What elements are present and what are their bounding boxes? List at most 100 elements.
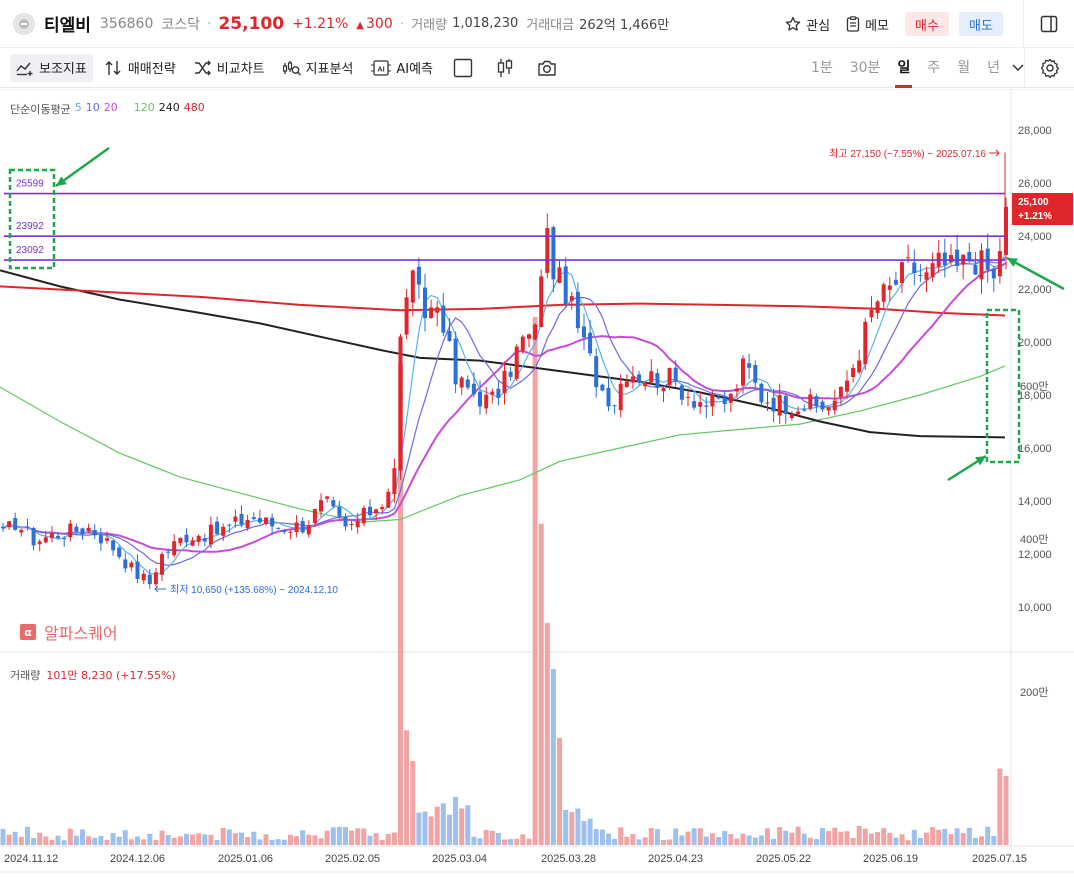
sell-button[interactable]: 매도 — [959, 12, 1003, 36]
volume-bar — [838, 831, 844, 845]
volume-bar — [80, 829, 85, 845]
volume-bar — [801, 833, 807, 845]
period-tab[interactable]: 30분 — [850, 48, 881, 88]
candle-body — [673, 367, 678, 382]
candle-body — [374, 509, 379, 514]
volume-bar — [104, 839, 110, 845]
candle-body — [398, 336, 403, 471]
ma-legend-120[interactable]: 120 — [134, 101, 155, 117]
compare-label: 비교차트 — [216, 62, 265, 77]
horizontal-level-label: 25599 — [16, 179, 44, 190]
volume-bar — [966, 827, 972, 845]
volume-bar — [960, 833, 966, 845]
period-tab[interactable]: 년 — [987, 48, 1000, 88]
period-tab[interactable]: 월 — [957, 48, 970, 88]
volume-bar — [153, 839, 159, 845]
period-tab[interactable]: 주 — [927, 48, 940, 88]
date-tick-label: 2025.06.19 — [863, 853, 918, 865]
volume-bar — [844, 831, 850, 845]
trade-amount-value: 262억 1,466만 — [579, 18, 670, 33]
compare-button[interactable]: 비교차트 — [188, 54, 271, 82]
candle-body — [117, 547, 122, 557]
candle-body — [533, 324, 538, 340]
volume-bar — [287, 834, 293, 845]
volume-bar — [685, 831, 691, 845]
period-tab[interactable]: 일 — [895, 48, 913, 88]
volume-bar — [893, 837, 899, 845]
ma-legend-480[interactable]: 480 — [184, 101, 205, 117]
volume-bar — [734, 838, 740, 845]
buy-button[interactable]: 매수 — [905, 12, 949, 36]
stock-name[interactable]: 티엘비 — [44, 11, 91, 36]
volume-bar — [257, 839, 263, 845]
candle-body — [655, 373, 660, 388]
candle-body — [820, 401, 825, 410]
ma-legend-20[interactable]: 20 — [104, 101, 118, 117]
volume-bar — [722, 831, 728, 845]
candle-body — [802, 409, 807, 411]
candle-body — [208, 524, 213, 545]
volume-bar — [703, 836, 709, 845]
analysis-button[interactable]: 지표분석 — [277, 54, 360, 82]
volume-legend-label: 거래량 — [10, 669, 41, 682]
volume-bar — [746, 835, 752, 845]
candle-type-button[interactable] — [492, 54, 523, 82]
volume-bar — [165, 835, 171, 845]
volume-bar — [606, 833, 611, 845]
ma-10-line — [2, 256, 1007, 567]
indicators-button[interactable]: 보조지표 — [10, 53, 93, 82]
strategy-button[interactable]: 매매전략 — [99, 54, 182, 82]
candle-body — [7, 521, 12, 528]
volume-bar — [997, 768, 1003, 845]
ma-legend-10[interactable]: 10 — [86, 101, 100, 117]
ai-chip-icon: AI — [371, 59, 392, 76]
volume-bar — [795, 826, 801, 845]
candle-body — [973, 265, 978, 275]
candle-body — [288, 531, 293, 533]
candle-body — [997, 251, 1002, 277]
candle-body — [380, 507, 385, 510]
volume-bar — [514, 838, 520, 845]
candle-body — [845, 380, 849, 392]
memo-button[interactable]: 메모 — [846, 15, 889, 34]
candle-body — [227, 524, 232, 526]
ai-predict-button[interactable]: AI AI예측 — [365, 54, 439, 82]
alphasquare-watermark: α 알파스퀘어 — [20, 620, 118, 644]
candlestick-icon — [497, 58, 513, 77]
side-panel-button[interactable] — [1024, 0, 1074, 48]
ma-legend-240[interactable]: 240 — [159, 101, 180, 117]
period-tab[interactable]: 1분 — [811, 48, 833, 88]
price-chart[interactable]: 25599 23992 23092 최고 27,150 (−7.55%) − 202… — [0, 89, 1074, 879]
chart-area-toggle[interactable] — [449, 54, 482, 82]
volume-bar — [379, 839, 385, 845]
volume-bar — [239, 832, 244, 845]
candle-body — [710, 394, 715, 407]
candle-body — [594, 356, 599, 388]
volume-bar — [202, 834, 208, 845]
candle-body — [435, 307, 440, 313]
candle-body — [306, 525, 311, 535]
volume-bar — [141, 839, 147, 845]
stock-logo-icon — [13, 12, 35, 35]
volume-bar — [86, 836, 92, 845]
candle-body — [765, 402, 770, 404]
chevron-down-icon[interactable] — [1012, 64, 1024, 72]
candle-body — [490, 391, 495, 395]
candle-body — [239, 513, 244, 525]
candle-body — [869, 309, 874, 318]
volume-bar — [214, 839, 220, 845]
volume-bar — [771, 838, 777, 845]
settings-button[interactable] — [1024, 48, 1074, 88]
volume-bar — [324, 830, 330, 845]
ma-legend-5[interactable]: 5 — [75, 101, 82, 117]
volume-bar — [612, 838, 618, 845]
candle-body — [600, 384, 605, 391]
volume-bar — [367, 835, 373, 845]
candle-body — [741, 358, 745, 386]
volume-bar — [275, 839, 281, 845]
watch-button[interactable]: 관심 — [785, 15, 830, 34]
screenshot-button[interactable] — [533, 54, 566, 82]
volume-bar — [917, 837, 923, 845]
volume-bar — [391, 832, 397, 845]
last-price-pct: +1.21% — [1018, 211, 1052, 222]
